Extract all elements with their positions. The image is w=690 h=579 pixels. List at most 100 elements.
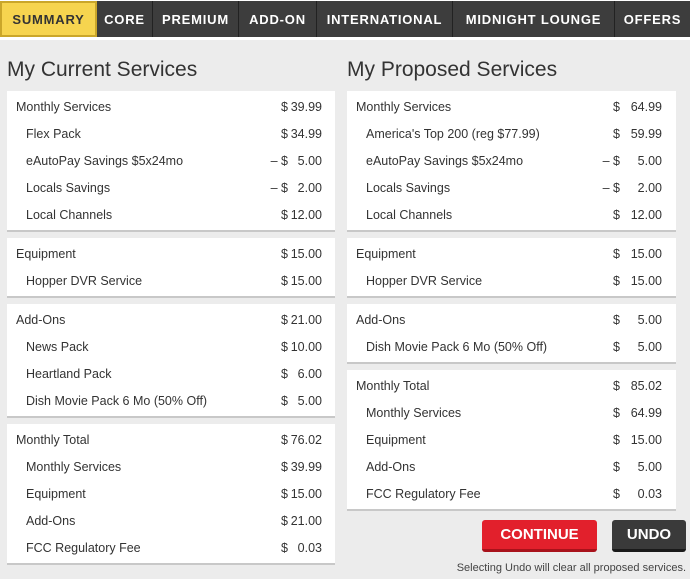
section-header-row: Add-Ons $21.00 xyxy=(7,306,335,333)
line-item-label: FCC Regulatory Fee xyxy=(26,540,141,555)
currency-symbol: $ xyxy=(281,126,288,141)
line-item-row: Locals Savings – $ 2.00 xyxy=(347,174,676,201)
section-header-row: Monthly Services $64.99 xyxy=(347,93,676,120)
undo-button[interactable]: UNDO xyxy=(612,520,686,552)
line-item-label: Monthly Services xyxy=(16,99,112,114)
line-item-label: News Pack xyxy=(26,339,89,354)
line-item-label: Add-Ons xyxy=(16,312,66,327)
line-item-label: Local Channels xyxy=(366,207,453,222)
line-item-amount: 5.00 xyxy=(637,153,662,168)
line-item-label: America's Top 200 (reg $77.99) xyxy=(366,126,540,141)
currency-symbol: $ xyxy=(281,459,288,474)
line-item-amount: 0.03 xyxy=(297,540,322,555)
line-item-row: Dish Movie Pack 6 Mo (50% Off) $5.00 xyxy=(7,387,335,414)
line-item-label: Local Channels xyxy=(26,207,113,222)
line-item-row: America's Top 200 (reg $77.99) $59.99 xyxy=(347,120,676,147)
line-item-row: Equipment $15.00 xyxy=(347,426,676,453)
line-item-label: Locals Savings xyxy=(366,180,451,195)
line-item-amount: 76.02 xyxy=(290,432,322,447)
line-item-row: Locals Savings – $ 2.00 xyxy=(7,174,335,201)
line-item-label: Monthly Services xyxy=(366,405,462,420)
line-item-label: Add-Ons xyxy=(366,459,416,474)
currency-symbol: $ xyxy=(613,405,620,420)
line-item-label: eAutoPay Savings $5x24mo xyxy=(26,153,184,168)
currency-symbol: $ xyxy=(281,393,288,408)
line-item-amount: 15.00 xyxy=(290,486,322,501)
currency-symbol: – $ xyxy=(602,153,620,168)
undo-note: Selecting Undo will clear all proposed s… xyxy=(456,562,686,574)
proposed-section-card: Monthly Services $64.99 America's Top 200 … xyxy=(347,91,676,230)
section-header-row: Monthly Total $76.02 xyxy=(7,426,335,453)
line-item-label: Flex Pack xyxy=(26,126,81,141)
currency-symbol: $ xyxy=(613,312,620,327)
line-item-label: Equipment xyxy=(366,432,426,447)
line-item-amount: 5.00 xyxy=(637,459,662,474)
line-item-amount: 5.00 xyxy=(297,153,322,168)
continue-button[interactable]: CONTINUE xyxy=(482,520,597,552)
currency-symbol: $ xyxy=(281,486,288,501)
line-item-amount: 12.00 xyxy=(630,207,662,222)
line-item-row: Add-Ons $5.00 xyxy=(347,453,676,480)
section-header-row: Add-Ons $5.00 xyxy=(347,306,676,333)
tab-core[interactable]: CORE xyxy=(97,1,153,37)
proposed-section-card: Equipment $15.00 Hopper DVR Service $15.00 xyxy=(347,238,676,296)
line-item-label: Locals Savings xyxy=(26,180,111,195)
line-item-label: Equipment xyxy=(16,246,76,261)
tab-international[interactable]: INTERNATIONAL xyxy=(317,1,453,37)
proposed-section-card: Add-Ons $5.00 Dish Movie Pack 6 Mo (50% Of… xyxy=(347,304,676,362)
line-item-row: Dish Movie Pack 6 Mo (50% Off) $5.00 xyxy=(347,333,676,360)
tab-add-on[interactable]: ADD-ON xyxy=(239,1,317,37)
line-item-amount: 2.00 xyxy=(297,180,322,195)
section-header-row: Equipment $15.00 xyxy=(347,240,676,267)
line-item-row: Hopper DVR Service $15.00 xyxy=(347,267,676,294)
line-item-amount: 39.99 xyxy=(290,459,322,474)
line-item-amount: 21.00 xyxy=(290,513,322,528)
currency-symbol: $ xyxy=(613,378,620,393)
line-item-label: eAutoPay Savings $5x24mo xyxy=(366,153,524,168)
line-item-amount: 12.00 xyxy=(290,207,322,222)
currency-symbol: $ xyxy=(613,246,620,261)
proposed-services-title: My Proposed Services xyxy=(347,58,558,81)
currency-symbol: $ xyxy=(281,540,288,555)
tab-offers[interactable]: OFFERS xyxy=(615,1,690,37)
line-item-label: Monthly Services xyxy=(356,99,452,114)
currency-symbol: $ xyxy=(281,246,288,261)
current-section-card: Equipment $15.00 Hopper DVR Service $15.00 xyxy=(7,238,335,296)
currency-symbol: $ xyxy=(613,339,620,354)
currency-symbol: $ xyxy=(281,312,288,327)
currency-symbol: $ xyxy=(281,432,288,447)
line-item-row: FCC Regulatory Fee $0.03 xyxy=(7,534,335,561)
currency-symbol: $ xyxy=(613,207,620,222)
line-item-label: Heartland Pack xyxy=(26,366,112,381)
tab-premium[interactable]: PREMIUM xyxy=(153,1,239,37)
current-section-card: Monthly Services $39.99 Flex Pack $34.99 eAu… xyxy=(7,91,335,230)
currency-symbol: – $ xyxy=(270,153,288,168)
section-header-row: Monthly Total $85.02 xyxy=(347,372,676,399)
line-item-amount: 39.99 xyxy=(290,99,322,114)
currency-symbol: $ xyxy=(281,99,288,114)
line-item-row: eAutoPay Savings $5x24mo – $ 5.00 xyxy=(347,147,676,174)
line-item-row: Equipment $15.00 xyxy=(7,480,335,507)
currency-symbol: $ xyxy=(613,432,620,447)
line-item-row: Heartland Pack $6.00 xyxy=(7,360,335,387)
tab-midnight-lounge[interactable]: MIDNIGHT LOUNGE xyxy=(453,1,615,37)
line-item-amount: 15.00 xyxy=(290,246,322,261)
line-item-amount: 64.99 xyxy=(630,405,662,420)
line-item-row: Flex Pack $34.99 xyxy=(7,120,335,147)
line-item-row: eAutoPay Savings $5x24mo – $ 5.00 xyxy=(7,147,335,174)
line-item-amount: 15.00 xyxy=(630,432,662,447)
currency-symbol: $ xyxy=(613,459,620,474)
line-item-amount: 10.00 xyxy=(290,339,322,354)
line-item-amount: 6.00 xyxy=(297,366,322,381)
line-item-label: Monthly Total xyxy=(16,432,90,447)
line-item-row: Local Channels $12.00 xyxy=(7,201,335,228)
line-item-amount: 5.00 xyxy=(637,339,662,354)
line-item-amount: 0.03 xyxy=(637,486,662,501)
current-section-card: Add-Ons $21.00 News Pack $10.00 Heartland Pa… xyxy=(7,304,335,416)
currency-symbol: $ xyxy=(281,366,288,381)
line-item-amount: 15.00 xyxy=(290,273,322,288)
tab-summary[interactable]: SUMMARY xyxy=(0,1,97,37)
line-item-amount: 59.99 xyxy=(630,126,662,141)
current-section-card: Monthly Total $76.02 Monthly Services $39.9… xyxy=(7,424,335,563)
currency-symbol: $ xyxy=(613,273,620,288)
